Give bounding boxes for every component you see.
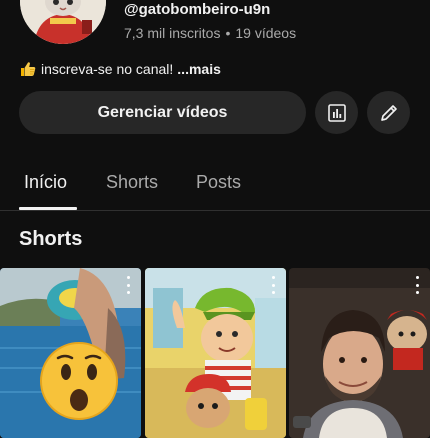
channel-handle: @gatobombeiro-u9n (124, 1, 271, 18)
tab-shorts[interactable]: Shorts (106, 172, 158, 193)
analytics-icon (327, 103, 347, 123)
short-thumbnail-1[interactable] (0, 268, 141, 438)
channel-stats: 7,3 mil inscritos • 19 vídeos (124, 25, 296, 41)
short-3-more-icon[interactable] (410, 276, 424, 294)
active-tab-indicator (19, 207, 77, 210)
analytics-button[interactable] (315, 91, 358, 134)
short-thumbnail-3[interactable] (289, 268, 430, 438)
short-2-more-icon[interactable] (266, 276, 280, 294)
pencil-icon (378, 102, 400, 124)
description-text: inscreva-se no canal! (41, 61, 174, 77)
tab-posts[interactable]: Posts (196, 172, 241, 193)
thumbs-up-icon (19, 60, 37, 78)
short-1-more-icon[interactable] (121, 276, 135, 294)
more-link[interactable]: ...mais (177, 61, 221, 77)
shorts-section-title: Shorts (19, 228, 83, 250)
channel-avatar[interactable] (20, 0, 106, 44)
short-thumbnail-2[interactable] (145, 268, 286, 438)
stats-separator: • (225, 25, 231, 41)
video-count: 19 vídeos (235, 25, 297, 41)
manage-videos-button[interactable]: Gerenciar vídeos (19, 91, 306, 134)
edit-channel-button[interactable] (367, 91, 410, 134)
channel-tabs: Início Shorts Posts (0, 160, 430, 211)
channel-description[interactable]: inscreva-se no canal! ...mais (19, 60, 221, 78)
subscriber-count: 7,3 mil inscritos (124, 25, 221, 41)
tab-inicio[interactable]: Início (24, 172, 67, 193)
